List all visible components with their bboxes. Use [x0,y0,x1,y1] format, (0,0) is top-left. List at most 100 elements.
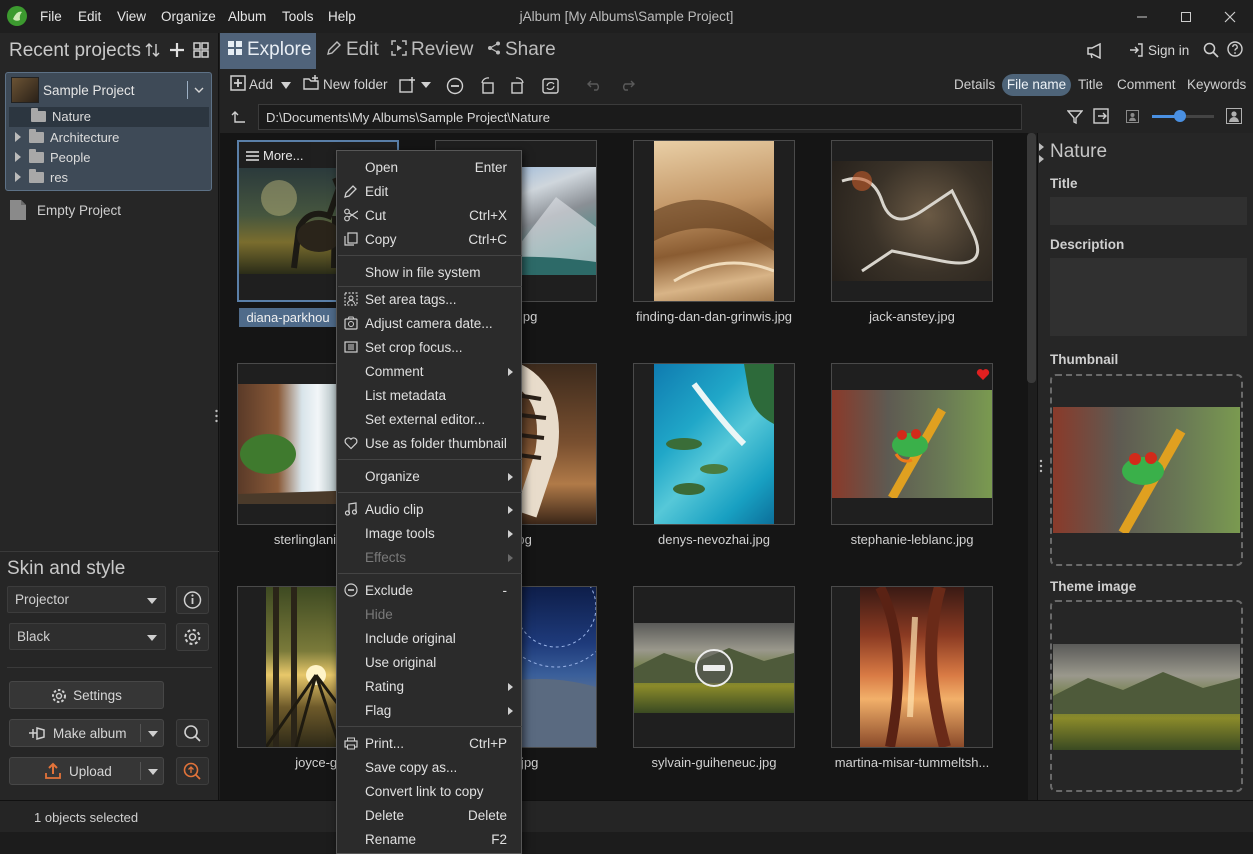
sort-comment[interactable]: Comment [1117,77,1176,92]
expand-arrow-icon[interactable] [15,172,21,182]
caption-diana-parkhouse[interactable]: diana-parkhou [239,308,337,327]
splitter-handle[interactable] [215,409,218,423]
new-folder-button[interactable]: New folder [303,75,388,93]
splitter-handle[interactable] [1039,459,1043,473]
menu-item-open[interactable]: Open [365,160,398,175]
filter-icon[interactable] [1067,109,1083,125]
caption-denys-nevozhai[interactable]: denys-nevozhai.jpg [615,532,813,547]
sort-details[interactable]: Details [954,77,995,92]
caption-finding-dan-dan-grinwis[interactable]: finding-dan-dan-grinwis.jpg [615,309,813,324]
refresh-image-icon[interactable] [542,77,560,95]
expand-arrow-icon[interactable] [15,152,21,162]
thumbnail-denys-nevozhai[interactable] [633,363,795,525]
menu-item-rename[interactable]: Rename [365,832,416,847]
online-preview-button[interactable] [176,757,209,785]
caption-stephanie-leblanc[interactable]: stephanie-leblanc.jpg [813,532,1011,547]
tab-explore[interactable]: Explore [220,33,316,69]
menu-item-comment[interactable]: Comment [365,364,424,379]
help-icon[interactable] [1227,41,1243,57]
tree-item-res[interactable]: res [15,168,68,188]
small-thumbnail-icon[interactable] [1126,110,1139,123]
add-button[interactable]: Add [230,75,291,93]
redo-icon[interactable] [619,79,635,91]
make-album-button[interactable]: Make album [9,719,164,747]
tree-item-architecture[interactable]: Architecture [15,128,119,148]
description-field[interactable] [1050,258,1247,336]
menu-item-set-area-tags[interactable]: Set area tags... [365,292,457,307]
project-name[interactable]: Sample Project [43,83,135,98]
slider-thumb[interactable] [1173,110,1186,122]
settings-button[interactable]: Settings [9,681,164,709]
collapse-panel-icon[interactable] [1039,143,1045,165]
caption-sylvain-guiheneuc[interactable]: sylvain-guiheneuc.jpg [615,755,813,770]
menu-item-set-external-editor[interactable]: Set external editor... [365,412,485,427]
sign-in-button[interactable]: Sign in [1129,43,1189,58]
path-input[interactable]: D:\Documents\My Albums\Sample Project\Na… [258,104,1022,130]
empty-project-item[interactable]: Empty Project [37,203,121,218]
close-button[interactable] [1220,8,1240,26]
menu-item-include-original[interactable]: Include original [365,631,456,646]
rotate-left-icon[interactable] [479,77,497,95]
undo-icon[interactable] [587,79,603,91]
sort-projects-icon[interactable] [145,42,161,58]
skin-info-button[interactable] [176,586,209,614]
upload-button[interactable]: Upload [9,757,164,785]
caption-martina-misar[interactable]: martina-misar-tummeltsh... [813,755,1011,770]
rotate-right-icon[interactable] [509,77,527,95]
menu-item-use-original[interactable]: Use original [365,655,436,670]
upload-dropdown-icon[interactable] [148,769,158,775]
thumbnail-finding-dan-dan-grinwis[interactable] [633,140,795,302]
menu-item-use-as-folder-thumbnail[interactable]: Use as folder thumbnail [365,436,507,451]
thumbnail-jack-anstey[interactable] [831,140,993,302]
tab-share[interactable]: Share [487,33,556,69]
menu-item-rating[interactable]: Rating [365,679,404,694]
grid-view-icon[interactable] [193,42,209,58]
menu-item-cut[interactable]: Cut [365,208,386,223]
large-thumbnail-icon[interactable] [1226,108,1242,124]
search-icon[interactable] [1203,42,1219,58]
tree-item-nature[interactable]: Nature [9,107,209,127]
menu-item-delete[interactable]: Delete [365,808,404,823]
menu-item-list-metadata[interactable]: List metadata [365,388,446,403]
menu-item-set-crop-focus[interactable]: Set crop focus... [365,340,463,355]
grid-scrollbar[interactable] [1027,133,1036,383]
menu-item-show-in-file-system[interactable]: Show in file system [365,265,481,280]
parent-folder-icon[interactable] [230,109,246,125]
menu-item-convert-link-to-copy[interactable]: Convert link to copy [365,784,484,799]
menu-item-organize[interactable]: Organize [365,469,420,484]
menu-item-flag[interactable]: Flag [365,703,391,718]
thumbnail-size-slider[interactable] [1152,110,1214,122]
thumbnail-stephanie-leblanc[interactable] [831,363,993,525]
style-settings-button[interactable] [176,623,209,651]
expand-arrow-icon[interactable] [15,132,21,142]
add-project-icon[interactable] [169,42,185,58]
more-button[interactable]: More... [239,142,311,168]
menu-item-copy[interactable]: Copy [365,232,397,247]
sort-title[interactable]: Title [1078,77,1103,92]
new-item-icon[interactable] [399,77,433,93]
menu-item-print[interactable]: Print... [365,736,404,751]
caption-jack-anstey[interactable]: jack-anstey.jpg [813,309,1011,324]
project-chevron-down-icon[interactable] [194,87,204,94]
skin-select[interactable]: Projector [7,586,166,613]
export-icon[interactable] [1093,108,1109,124]
menu-item-audio-clip[interactable]: Audio clip [365,502,424,517]
menu-item-save-copy-as[interactable]: Save copy as... [365,760,457,775]
maximize-button[interactable] [1176,8,1196,26]
theme-image-dropzone[interactable] [1050,600,1243,792]
menu-item-adjust-camera-date[interactable]: Adjust camera date... [365,316,493,331]
minimize-button[interactable] [1132,8,1152,26]
menu-item-image-tools[interactable]: Image tools [365,526,435,541]
preview-search-button[interactable] [176,719,209,747]
menu-item-edit[interactable]: Edit [365,184,388,199]
thumbnail-martina-misar[interactable] [831,586,993,748]
menu-item-exclude[interactable]: Exclude [365,583,413,598]
thumbnail-sylvain-guiheneuc[interactable] [633,586,795,748]
announcement-icon[interactable] [1086,43,1104,59]
title-field[interactable] [1050,197,1247,225]
exclude-icon[interactable] [446,77,464,95]
tab-review[interactable]: Review [391,33,473,69]
style-select[interactable]: Black [9,623,166,650]
make-album-dropdown-icon[interactable] [148,731,158,737]
favorite-heart-icon[interactable] [976,368,990,381]
